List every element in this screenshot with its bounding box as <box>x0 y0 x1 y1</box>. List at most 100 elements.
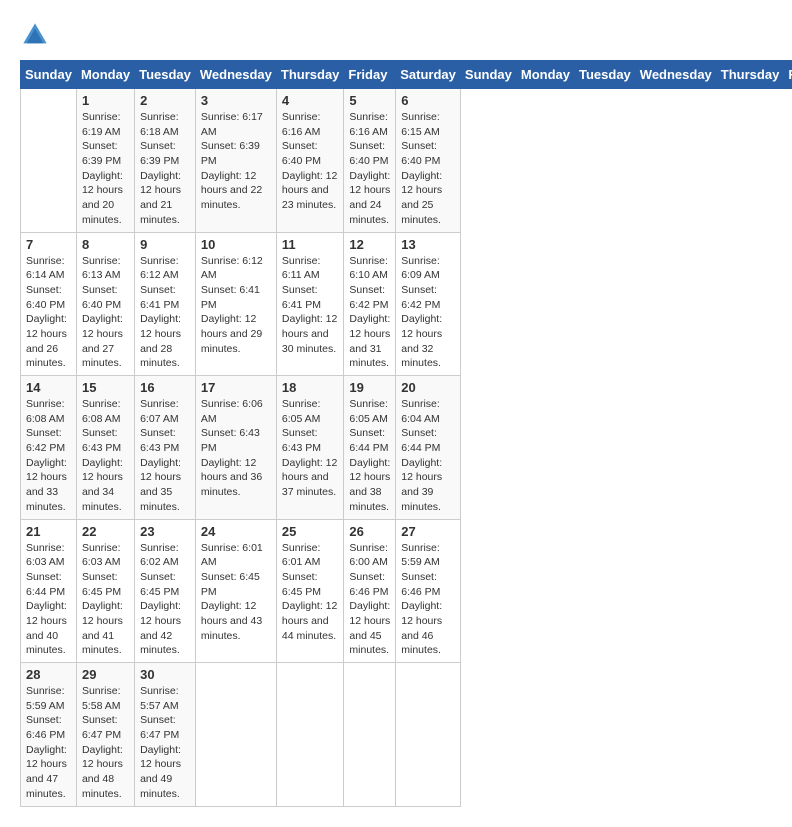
weekday-header-sunday: Sunday <box>460 61 516 89</box>
calendar-cell <box>21 89 77 233</box>
day-info: Sunrise: 6:12 AM Sunset: 6:41 PM Dayligh… <box>140 254 190 372</box>
day-number: 13 <box>401 237 455 252</box>
day-info: Sunrise: 6:00 AM Sunset: 6:46 PM Dayligh… <box>349 541 390 659</box>
calendar-cell: 12Sunrise: 6:10 AM Sunset: 6:42 PM Dayli… <box>344 232 396 376</box>
day-info: Sunrise: 6:03 AM Sunset: 6:45 PM Dayligh… <box>82 541 129 659</box>
day-number: 20 <box>401 380 455 395</box>
calendar-cell: 26 Sunrise: 6:00 AM Sunset: 6:46 PM Dayli… <box>344 519 396 663</box>
day-number: 22 <box>82 524 129 539</box>
day-info: Sunrise: 6:09 AM Sunset: 6:42 PM Dayligh… <box>401 254 455 372</box>
weekday-header-thursday: Thursday <box>716 61 784 89</box>
calendar-cell: 13 Sunrise: 6:09 AM Sunset: 6:42 PM Dayli… <box>396 232 461 376</box>
logo-icon <box>20 20 50 50</box>
calendar-cell: 6 Sunrise: 6:15 AM Sunset: 6:40 PM Daylig… <box>396 89 461 233</box>
day-info: Sunrise: 6:04 AM Sunset: 6:44 PM Dayligh… <box>401 397 455 515</box>
day-info: Sunrise: 6:19 AM Sunset: 6:39 PM Dayligh… <box>82 110 129 228</box>
weekday-header-tuesday: Tuesday <box>135 61 196 89</box>
calendar-table: SundayMondayTuesdayWednesdayThursdayFrid… <box>20 60 792 807</box>
page-header <box>20 20 772 50</box>
calendar-cell: 24 Sunrise: 6:01 AM Sunset: 6:45 PM Dayli… <box>195 519 276 663</box>
calendar-cell: 3 Sunrise: 6:17 AM Sunset: 6:39 PM Daylig… <box>195 89 276 233</box>
calendar-cell: 1 Sunrise: 6:19 AM Sunset: 6:39 PM Daylig… <box>76 89 134 233</box>
day-info: Sunrise: 6:11 AM Sunset: 6:41 PM Dayligh… <box>282 254 339 357</box>
calendar-cell: 20 Sunrise: 6:04 AM Sunset: 6:44 PM Dayli… <box>396 376 461 520</box>
day-number: 29 <box>82 667 129 682</box>
calendar-cell: 4 Sunrise: 6:16 AM Sunset: 6:40 PM Daylig… <box>276 89 344 233</box>
calendar-cell: 29Sunrise: 5:58 AM Sunset: 6:47 PM Dayli… <box>76 663 134 807</box>
calendar-cell: 27Sunrise: 5:59 AM Sunset: 6:46 PM Dayli… <box>396 519 461 663</box>
calendar-cell: 18 Sunrise: 6:05 AM Sunset: 6:43 PM Dayli… <box>276 376 344 520</box>
day-info: Sunrise: 5:57 AM Sunset: 6:47 PM Dayligh… <box>140 684 190 802</box>
calendar-cell <box>344 663 396 807</box>
calendar-cell: 30 Sunrise: 5:57 AM Sunset: 6:47 PM Dayli… <box>135 663 196 807</box>
day-number: 10 <box>201 237 271 252</box>
day-info: Sunrise: 6:08 AM Sunset: 6:43 PM Dayligh… <box>82 397 129 515</box>
day-info: Sunrise: 6:18 AM Sunset: 6:39 PM Dayligh… <box>140 110 190 228</box>
day-info: Sunrise: 6:07 AM Sunset: 6:43 PM Dayligh… <box>140 397 190 515</box>
weekday-header-wednesday: Wednesday <box>635 61 716 89</box>
day-info: Sunrise: 6:02 AM Sunset: 6:45 PM Dayligh… <box>140 541 190 659</box>
calendar-cell <box>396 663 461 807</box>
weekday-header-friday: Friday <box>344 61 396 89</box>
day-number: 24 <box>201 524 271 539</box>
day-info: Sunrise: 5:59 AM Sunset: 6:46 PM Dayligh… <box>26 684 71 802</box>
day-info: Sunrise: 6:14 AM Sunset: 6:40 PM Dayligh… <box>26 254 71 372</box>
day-number: 23 <box>140 524 190 539</box>
calendar-week-row: 7Sunrise: 6:14 AM Sunset: 6:40 PM Daylig… <box>21 232 792 376</box>
day-number: 28 <box>26 667 71 682</box>
day-info: Sunrise: 6:16 AM Sunset: 6:40 PM Dayligh… <box>349 110 390 228</box>
calendar-cell: 23 Sunrise: 6:02 AM Sunset: 6:45 PM Dayli… <box>135 519 196 663</box>
calendar-cell: 17 Sunrise: 6:06 AM Sunset: 6:43 PM Dayli… <box>195 376 276 520</box>
day-info: Sunrise: 6:13 AM Sunset: 6:40 PM Dayligh… <box>82 254 129 372</box>
day-number: 1 <box>82 93 129 108</box>
day-number: 6 <box>401 93 455 108</box>
day-number: 8 <box>82 237 129 252</box>
day-number: 26 <box>349 524 390 539</box>
calendar-cell <box>195 663 276 807</box>
calendar-header-row: SundayMondayTuesdayWednesdayThursdayFrid… <box>21 61 792 89</box>
day-info: Sunrise: 6:01 AM Sunset: 6:45 PM Dayligh… <box>201 541 271 644</box>
weekday-header-sunday: Sunday <box>21 61 77 89</box>
calendar-cell: 7Sunrise: 6:14 AM Sunset: 6:40 PM Daylig… <box>21 232 77 376</box>
calendar-cell: 25Sunrise: 6:01 AM Sunset: 6:45 PM Dayli… <box>276 519 344 663</box>
day-number: 21 <box>26 524 71 539</box>
day-number: 17 <box>201 380 271 395</box>
day-number: 30 <box>140 667 190 682</box>
day-number: 14 <box>26 380 71 395</box>
day-info: Sunrise: 6:15 AM Sunset: 6:40 PM Dayligh… <box>401 110 455 228</box>
day-number: 3 <box>201 93 271 108</box>
day-info: Sunrise: 6:08 AM Sunset: 6:42 PM Dayligh… <box>26 397 71 515</box>
weekday-header-thursday: Thursday <box>276 61 344 89</box>
day-number: 12 <box>349 237 390 252</box>
calendar-cell: 9 Sunrise: 6:12 AM Sunset: 6:41 PM Daylig… <box>135 232 196 376</box>
calendar-cell: 21 Sunrise: 6:03 AM Sunset: 6:44 PM Dayli… <box>21 519 77 663</box>
calendar-cell: 28 Sunrise: 5:59 AM Sunset: 6:46 PM Dayli… <box>21 663 77 807</box>
calendar-week-row: 28 Sunrise: 5:59 AM Sunset: 6:46 PM Dayli… <box>21 663 792 807</box>
day-info: Sunrise: 5:59 AM Sunset: 6:46 PM Dayligh… <box>401 541 455 659</box>
day-info: Sunrise: 6:05 AM Sunset: 6:43 PM Dayligh… <box>282 397 339 500</box>
day-number: 4 <box>282 93 339 108</box>
weekday-header-friday: Friday <box>784 61 792 89</box>
day-info: Sunrise: 6:06 AM Sunset: 6:43 PM Dayligh… <box>201 397 271 500</box>
calendar-week-row: 21 Sunrise: 6:03 AM Sunset: 6:44 PM Dayli… <box>21 519 792 663</box>
day-number: 5 <box>349 93 390 108</box>
calendar-cell: 16Sunrise: 6:07 AM Sunset: 6:43 PM Dayli… <box>135 376 196 520</box>
calendar-cell: 15 Sunrise: 6:08 AM Sunset: 6:43 PM Dayli… <box>76 376 134 520</box>
weekday-header-saturday: Saturday <box>396 61 461 89</box>
day-info: Sunrise: 6:16 AM Sunset: 6:40 PM Dayligh… <box>282 110 339 213</box>
day-info: Sunrise: 6:03 AM Sunset: 6:44 PM Dayligh… <box>26 541 71 659</box>
calendar-cell: 10 Sunrise: 6:12 AM Sunset: 6:41 PM Dayli… <box>195 232 276 376</box>
day-info: Sunrise: 6:17 AM Sunset: 6:39 PM Dayligh… <box>201 110 271 213</box>
day-number: 15 <box>82 380 129 395</box>
logo <box>20 20 54 50</box>
weekday-header-tuesday: Tuesday <box>575 61 636 89</box>
day-number: 25 <box>282 524 339 539</box>
day-number: 11 <box>282 237 339 252</box>
day-number: 18 <box>282 380 339 395</box>
day-number: 9 <box>140 237 190 252</box>
day-info: Sunrise: 6:12 AM Sunset: 6:41 PM Dayligh… <box>201 254 271 357</box>
weekday-header-monday: Monday <box>516 61 574 89</box>
day-number: 2 <box>140 93 190 108</box>
calendar-cell: 14 Sunrise: 6:08 AM Sunset: 6:42 PM Dayli… <box>21 376 77 520</box>
weekday-header-monday: Monday <box>76 61 134 89</box>
